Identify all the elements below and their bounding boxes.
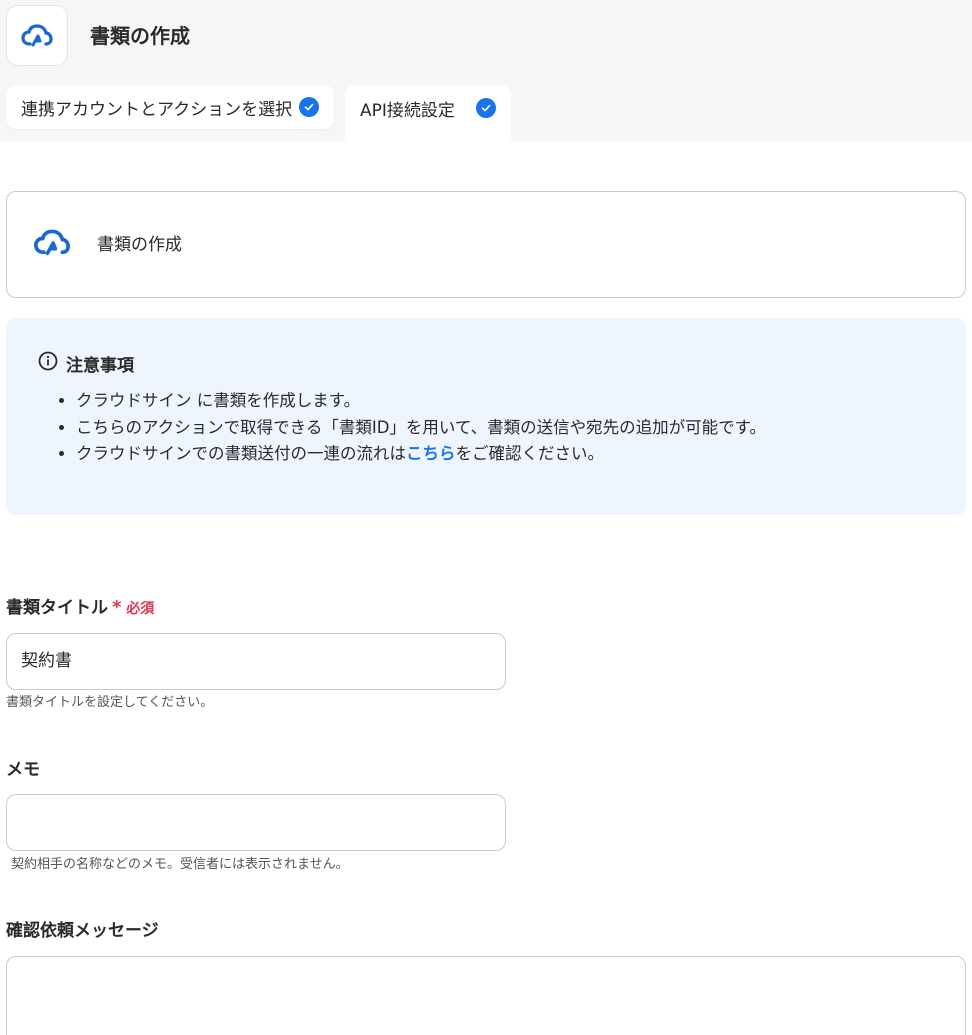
title-input[interactable]: 契約書 xyxy=(6,633,506,690)
required-asterisk: * xyxy=(112,597,122,618)
list-item: こちらのアクションで取得できる「書類ID」を用いて、書類の送信や宛先の追加が可能… xyxy=(76,415,766,442)
tab-label: 連携アカウントとアクションを選択 xyxy=(21,99,293,120)
required-text: 必須 xyxy=(126,601,155,617)
tab-select-account-action[interactable]: 連携アカウントとアクションを選択 xyxy=(6,85,334,129)
required-badge: * 必須 xyxy=(112,597,155,618)
notice-box: 注意事項 クラウドサイン に書類を作成します。 こちらのアクションで取得できる「… xyxy=(6,318,966,515)
info-icon xyxy=(38,351,58,376)
cloudsign-cloud-icon xyxy=(21,23,53,46)
list-item-text: をご確認ください。 xyxy=(455,444,605,463)
notice-heading-text: 注意事項 xyxy=(66,356,134,376)
list-item-text: クラウドサインでの書類送付の一連の流れは xyxy=(76,444,406,463)
message-textarea[interactable] xyxy=(6,956,966,1035)
title-label-text: 書類タイトル xyxy=(6,598,108,618)
action-card-title: 書類の作成 xyxy=(97,235,182,255)
title-field-label: 書類タイトル * 必須 xyxy=(6,596,154,621)
check-icon xyxy=(476,98,496,118)
notice-list: クラウドサイン に書類を作成します。 こちらのアクションで取得できる「書類ID」… xyxy=(76,388,766,468)
header: 書類の作成 連携アカウントとアクションを選択 API接続設定 xyxy=(0,0,972,141)
cloudsign-cloud-icon xyxy=(33,228,71,262)
check-icon xyxy=(299,97,319,117)
app-logo xyxy=(6,5,68,66)
memo-help-text: 契約相手の名称などのメモ。受信者には表示されません。 xyxy=(11,857,349,872)
title-help-text: 書類タイトルを設定してください。 xyxy=(6,695,214,710)
memo-field-label: メモ xyxy=(6,760,40,780)
tab-label: API接続設定 xyxy=(360,101,455,121)
tab-api-settings[interactable]: API接続設定 xyxy=(345,85,511,141)
list-item: クラウドサインでの書類送付の一連の流れはこちらをご確認ください。 xyxy=(76,441,766,468)
notice-heading: 注意事項 xyxy=(38,351,134,376)
memo-input[interactable] xyxy=(6,794,506,851)
list-item: クラウドサイン に書類を作成します。 xyxy=(76,388,766,415)
page-title: 書類の作成 xyxy=(90,24,190,48)
action-card: 書類の作成 xyxy=(6,191,966,298)
message-field-label: 確認依頼メッセージ xyxy=(6,921,159,941)
guide-link[interactable]: こちら xyxy=(406,444,456,463)
